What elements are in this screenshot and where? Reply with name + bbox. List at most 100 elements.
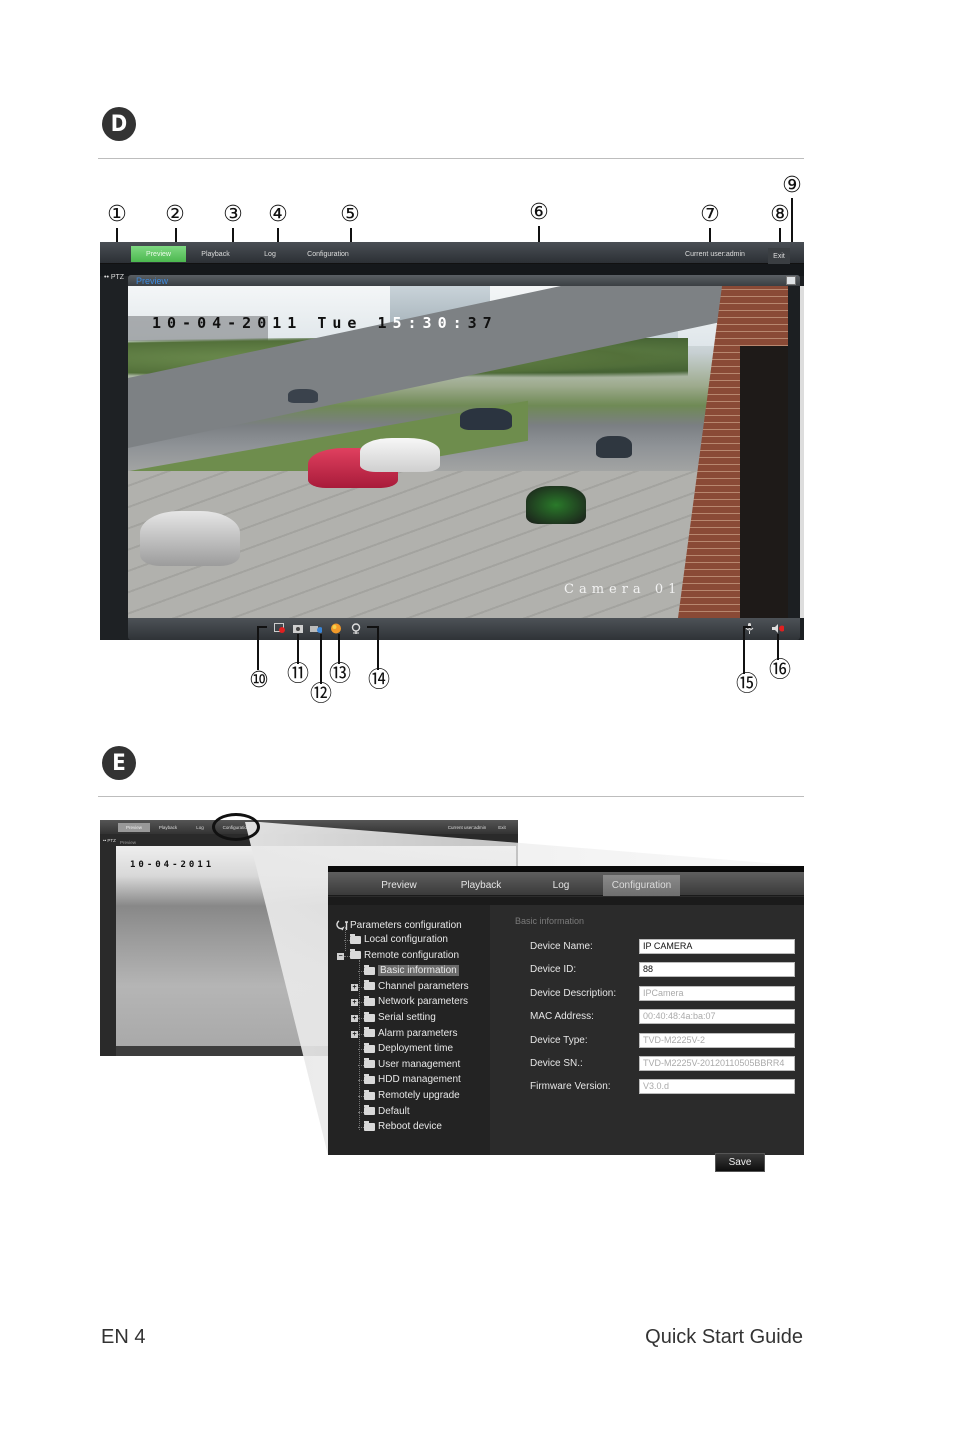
video-car (596, 436, 632, 458)
tree-item[interactable]: Remote configuration (350, 949, 459, 961)
field-label: Device Description: (530, 987, 617, 999)
tab-playback[interactable]: Playback (188, 246, 243, 262)
ptz-panel (100, 276, 128, 640)
tree-item[interactable]: Channel parameters (364, 980, 469, 992)
tab-preview[interactable]: Preview (131, 246, 186, 262)
collapse-icon[interactable]: − (337, 952, 344, 960)
thumb-nav-bar: Preview Playback Log Configuration Curre… (100, 820, 518, 834)
configuration-window: Preview Playback Log Configuration Param… (328, 866, 804, 1172)
folder-icon (350, 949, 361, 960)
top-nav-bar: Preview Playback Log Configuration Curre… (100, 242, 804, 264)
tab-preview[interactable]: Preview (368, 875, 430, 896)
control-bar (128, 618, 800, 640)
field-input[interactable]: TVD-M2225V-2 (639, 1032, 795, 1048)
form-section-title: Basic information (515, 916, 585, 926)
zoom-camera-icon[interactable] (310, 623, 322, 634)
tree-item-label: Basic information (378, 965, 459, 977)
tree-item-label: Serial setting (378, 1012, 436, 1023)
folder-icon (364, 1073, 375, 1084)
tree-item[interactable]: Remotely upgrade (364, 1089, 460, 1101)
section-e-badge: E (102, 746, 136, 780)
tree-item[interactable]: Reboot device (364, 1120, 442, 1132)
ptz-toggle[interactable]: •• PTZ (104, 274, 124, 281)
tab-playback[interactable]: Playback (450, 875, 512, 896)
tab-log[interactable]: Log (250, 246, 290, 262)
tab-log[interactable]: Log (542, 875, 580, 896)
fullscreen-icon[interactable] (786, 276, 796, 285)
expand-icon[interactable]: + (351, 983, 358, 991)
callout-11: ⑪ (286, 662, 309, 687)
exit-button[interactable]: Exit (768, 248, 790, 264)
tree-item-label: HDD management (378, 1074, 461, 1086)
save-button[interactable]: Save (715, 1153, 765, 1172)
leader-line (743, 626, 751, 628)
tree-root[interactable]: Parameters configuration (336, 919, 462, 931)
digital-zoom-icon[interactable] (350, 623, 362, 634)
tree-item-label: Deployment time (378, 1043, 454, 1055)
tree-item-label: Default (378, 1105, 410, 1117)
tree-item[interactable]: Default (364, 1105, 410, 1117)
leader-line (257, 626, 259, 670)
field-input[interactable]: 00:40:48:4a:ba:07 (639, 1009, 795, 1025)
tree-item[interactable]: User management (364, 1058, 461, 1070)
tree-item[interactable]: Local configuration (350, 933, 448, 945)
expand-icon[interactable]: + (351, 1030, 358, 1038)
scrollbar[interactable] (800, 286, 804, 618)
thumb-ptz: •• PTZ (103, 838, 116, 843)
microphone-icon[interactable] (744, 623, 756, 634)
current-user-label: Current user:admin (685, 250, 745, 258)
tab-configuration[interactable]: Configuration (603, 875, 680, 896)
leader-line (338, 634, 340, 664)
tree-item[interactable]: Alarm parameters (364, 1027, 458, 1039)
callout-16: ⑯ (768, 658, 791, 683)
callout-9: ⑨ (782, 173, 802, 198)
tree-root-label: Parameters configuration (350, 919, 462, 931)
speaker-icon[interactable] (772, 623, 784, 634)
preview-app-screenshot: Preview Playback Log Configuration Curre… (100, 242, 804, 640)
wrench-icon (336, 920, 348, 931)
thumb-current-user: Current user:admin (447, 825, 487, 830)
tree-item[interactable]: Serial setting (364, 1011, 436, 1023)
record-icon[interactable] (274, 623, 286, 634)
field-input[interactable]: IPCamera (639, 985, 795, 1001)
callout-15: ⑮ (735, 672, 758, 697)
field-input[interactable]: 88 (639, 962, 795, 978)
folder-icon (364, 995, 375, 1006)
callout-5: ⑤ (340, 202, 360, 227)
tab-configuration[interactable]: Configuration (300, 246, 356, 262)
thumb-tab-log[interactable]: Log (192, 823, 208, 832)
preview-panel-title: Preview (136, 276, 169, 286)
tree-item-label: Alarm parameters (378, 1027, 458, 1039)
color-icon[interactable] (330, 623, 342, 634)
live-video[interactable]: 10-04-2011 Tue 15:30:37 Camera 01 (128, 286, 788, 618)
field-input[interactable]: TVD-M2225V-20120110505BBRR4 (639, 1056, 795, 1071)
callout-4: ④ (268, 202, 288, 227)
field-input[interactable]: IP CAMERA (639, 939, 795, 954)
leader-line (367, 626, 377, 628)
leader-line (320, 634, 322, 684)
tree-item[interactable]: Basic information (364, 964, 459, 977)
folder-icon (364, 1042, 375, 1053)
callout-7: ⑦ (700, 202, 720, 227)
tree-item-label: Local configuration (364, 934, 448, 945)
folder-icon (364, 1027, 375, 1038)
tree-item[interactable]: Network parameters (364, 995, 468, 1007)
tree-item-label: User management (378, 1058, 461, 1070)
snapshot-icon[interactable] (292, 623, 304, 634)
thumb-exit-button[interactable]: Exit (496, 823, 508, 832)
thumb-tab-preview[interactable]: Preview (118, 823, 150, 832)
osd-timestamp: 10-04-2011 Tue 15:30:37 (152, 314, 498, 332)
thumb-tab-playback[interactable]: Playback (154, 823, 182, 832)
tree-item[interactable]: Deployment time (364, 1042, 454, 1055)
osd-camera-name: Camera 01 (564, 582, 682, 597)
field-input[interactable]: V3.0.d (639, 1079, 795, 1095)
leader-line (377, 626, 379, 670)
callout-1: ① (107, 202, 127, 227)
tree-item[interactable]: HDD management (364, 1073, 461, 1086)
video-car (140, 511, 240, 566)
preview-panel-header: Preview (128, 275, 800, 286)
leader-line (257, 626, 267, 628)
expand-icon[interactable]: + (351, 999, 358, 1007)
expand-icon[interactable]: + (351, 1015, 358, 1022)
callout-6: ⑥ (529, 200, 549, 225)
